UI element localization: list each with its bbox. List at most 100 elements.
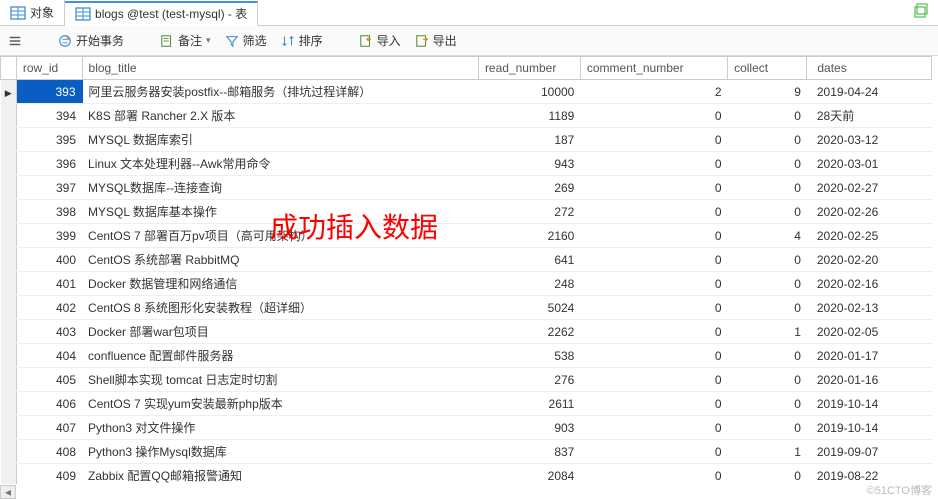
cell[interactable]: 248 (478, 272, 580, 296)
table-row[interactable]: 395MYSQL 数据库索引187002020-03-12 (1, 128, 932, 152)
cell[interactable]: 0 (728, 296, 807, 320)
row-marker[interactable] (1, 248, 17, 272)
cell[interactable]: 2020-01-16 (807, 368, 932, 392)
cell[interactable]: 404 (16, 344, 82, 368)
cell[interactable]: 272 (478, 200, 580, 224)
cell[interactable]: 538 (478, 344, 580, 368)
cell[interactable]: 2020-01-17 (807, 344, 932, 368)
cell[interactable]: confluence 配置邮件服务器 (82, 344, 478, 368)
row-marker[interactable] (1, 320, 17, 344)
cell[interactable]: 0 (580, 128, 727, 152)
cell[interactable]: 403 (16, 320, 82, 344)
cell[interactable]: 1189 (478, 104, 580, 128)
cell[interactable]: 2019-08-22 (807, 464, 932, 485)
cell[interactable]: 406 (16, 392, 82, 416)
cell[interactable]: 276 (478, 368, 580, 392)
col-header[interactable]: read_number (478, 57, 580, 80)
cell[interactable]: 397 (16, 176, 82, 200)
col-header[interactable]: comment_number (580, 57, 727, 80)
table-row[interactable]: 400CentOS 系统部署 RabbitMQ641002020-02-20 (1, 248, 932, 272)
row-marker[interactable] (1, 272, 17, 296)
row-marker[interactable] (1, 368, 17, 392)
cell[interactable]: 4 (728, 224, 807, 248)
table-row[interactable]: 396Linux 文本处理利器--Awk常用命令943002020-03-01 (1, 152, 932, 176)
cell[interactable]: 0 (728, 200, 807, 224)
row-marker[interactable] (1, 80, 17, 104)
cell[interactable]: Python3 操作Mysql数据库 (82, 440, 478, 464)
cell[interactable]: 2019-10-14 (807, 416, 932, 440)
cell[interactable]: 2084 (478, 464, 580, 485)
cell[interactable]: 0 (728, 416, 807, 440)
cell[interactable]: K8S 部署 Rancher 2.X 版本 (82, 104, 478, 128)
cell[interactable]: 0 (580, 296, 727, 320)
tab-objects[interactable]: 对象 (0, 0, 65, 25)
cell[interactable]: 0 (580, 104, 727, 128)
cell[interactable]: 10000 (478, 80, 580, 104)
cell[interactable]: 402 (16, 296, 82, 320)
table-row[interactable]: 402CentOS 8 系统图形化安装教程（超详细）5024002020-02-… (1, 296, 932, 320)
cell[interactable]: 398 (16, 200, 82, 224)
cell[interactable]: 0 (728, 248, 807, 272)
row-marker[interactable] (1, 200, 17, 224)
table-row[interactable]: 404confluence 配置邮件服务器538002020-01-17 (1, 344, 932, 368)
cell[interactable]: 0 (580, 344, 727, 368)
row-marker[interactable] (1, 128, 17, 152)
col-header[interactable]: dates (807, 57, 932, 80)
cell[interactable]: 0 (580, 176, 727, 200)
cell[interactable]: MYSQL数据库--连接查询 (82, 176, 478, 200)
cell[interactable]: 943 (478, 152, 580, 176)
cell[interactable]: CentOS 7 部署百万pv项目（高可用架构） (82, 224, 478, 248)
cell[interactable]: Docker 数据管理和网络通信 (82, 272, 478, 296)
row-marker[interactable] (1, 104, 17, 128)
cell[interactable]: 0 (728, 344, 807, 368)
cell[interactable]: 2020-02-26 (807, 200, 932, 224)
table-row[interactable]: 407Python3 对文件操作903002019-10-14 (1, 416, 932, 440)
cell[interactable]: 0 (580, 464, 727, 485)
cell[interactable]: 401 (16, 272, 82, 296)
cell[interactable]: 0 (728, 152, 807, 176)
cell[interactable]: 2160 (478, 224, 580, 248)
cell[interactable]: 2020-03-01 (807, 152, 932, 176)
table-row[interactable]: 393阿里云服务器安装postfix--邮箱服务（排坑过程详解）10000292… (1, 80, 932, 104)
table-row[interactable]: 403Docker 部署war包项目2262012020-02-05 (1, 320, 932, 344)
row-marker[interactable] (1, 176, 17, 200)
cell[interactable]: 400 (16, 248, 82, 272)
cell[interactable]: 0 (728, 368, 807, 392)
cell[interactable]: CentOS 系统部署 RabbitMQ (82, 248, 478, 272)
cell[interactable]: 903 (478, 416, 580, 440)
cell[interactable]: 阿里云服务器安装postfix--邮箱服务（排坑过程详解） (82, 80, 478, 104)
cell[interactable]: 0 (580, 416, 727, 440)
sort-button[interactable]: 排序 (281, 32, 323, 49)
cell[interactable]: 2 (580, 80, 727, 104)
cell[interactable]: 2262 (478, 320, 580, 344)
export-button[interactable]: 导出 (415, 32, 457, 49)
cell[interactable]: Linux 文本处理利器--Awk常用命令 (82, 152, 478, 176)
cell[interactable]: 2020-02-16 (807, 272, 932, 296)
cell[interactable]: 2020-03-12 (807, 128, 932, 152)
cell[interactable]: 407 (16, 416, 82, 440)
cell[interactable]: 0 (728, 128, 807, 152)
cell[interactable]: 269 (478, 176, 580, 200)
cell[interactable]: 0 (728, 392, 807, 416)
data-grid[interactable]: row_id blog_title read_number comment_nu… (0, 56, 938, 484)
cell[interactable]: 9 (728, 80, 807, 104)
cell[interactable]: 5024 (478, 296, 580, 320)
table-row[interactable]: 408Python3 操作Mysql数据库837012019-09-07 (1, 440, 932, 464)
cell[interactable]: Docker 部署war包项目 (82, 320, 478, 344)
col-header[interactable]: collect (728, 57, 807, 80)
cell[interactable]: Shell脚本实现 tomcat 日志定时切割 (82, 368, 478, 392)
table-row[interactable]: 394K8S 部署 Rancher 2.X 版本11890028天前 (1, 104, 932, 128)
cell[interactable]: 0 (728, 104, 807, 128)
cell[interactable]: MYSQL 数据库基本操作 (82, 200, 478, 224)
cell[interactable]: 0 (580, 440, 727, 464)
row-marker[interactable] (1, 416, 17, 440)
cell[interactable]: 0 (580, 248, 727, 272)
cell[interactable]: 0 (728, 272, 807, 296)
filter-button[interactable]: 筛选 (225, 32, 267, 49)
row-marker[interactable] (1, 296, 17, 320)
cell[interactable]: 2019-09-07 (807, 440, 932, 464)
cell[interactable]: 0 (580, 392, 727, 416)
cell[interactable]: 409 (16, 464, 82, 485)
pin-button[interactable] (906, 3, 938, 22)
cell[interactable]: 0 (728, 176, 807, 200)
